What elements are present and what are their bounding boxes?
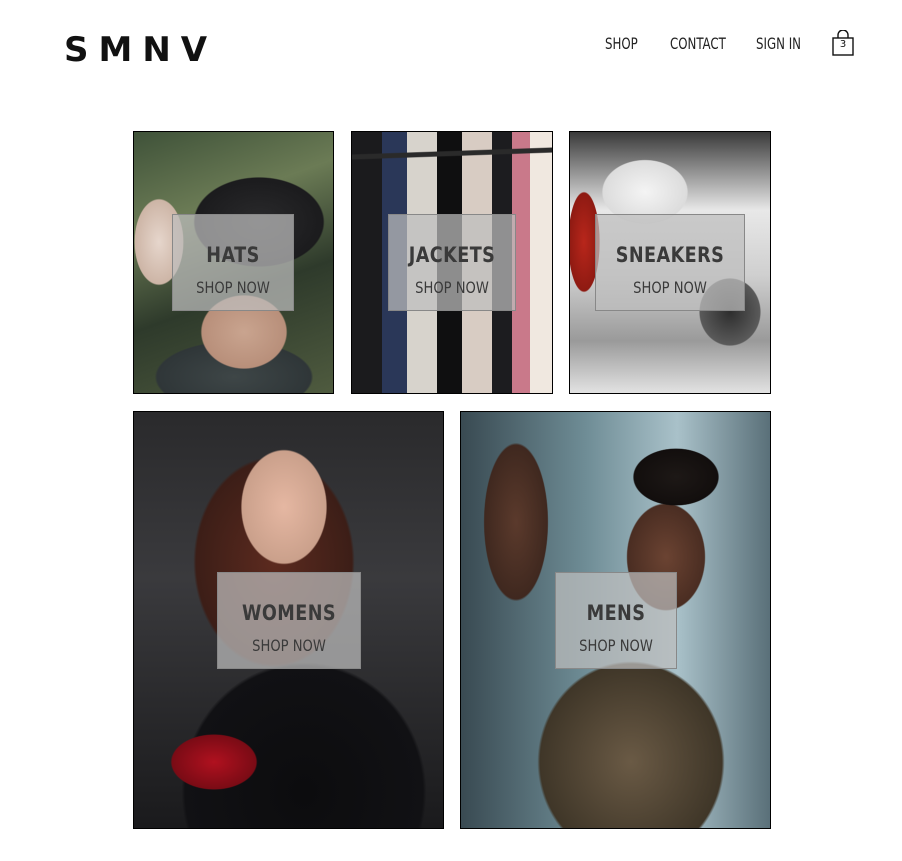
jackets-overlay[interactable]: JACKETS SHOP NOW <box>388 214 516 311</box>
shop-now-link[interactable]: SHOP NOW <box>609 278 730 297</box>
nav-sign-in-link[interactable]: SIGN IN <box>756 34 801 53</box>
shop-now-link[interactable]: SHOP NOW <box>231 636 347 655</box>
category-title: SNEAKERS <box>615 243 725 267</box>
category-tile-jackets[interactable]: JACKETS SHOP NOW <box>351 131 553 394</box>
sneakers-overlay[interactable]: SNEAKERS SHOP NOW <box>595 214 745 311</box>
category-tile-womens[interactable]: WOMENS SHOP NOW <box>133 411 444 829</box>
mens-overlay[interactable]: MENS SHOP NOW <box>555 572 677 669</box>
category-tile-sneakers[interactable]: SNEAKERS SHOP NOW <box>569 131 771 394</box>
shop-now-link[interactable]: SHOP NOW <box>184 278 282 297</box>
page: SMNV SHOP CONTACT SIGN IN 3 HATS SHOP NO… <box>0 0 902 861</box>
category-title: WOMENS <box>241 601 337 625</box>
nav-shop-link[interactable]: SHOP <box>605 34 638 53</box>
shop-now-link[interactable]: SHOP NOW <box>567 636 665 655</box>
cart-count-badge: 3 <box>839 39 847 50</box>
nav-contact-link[interactable]: CONTACT <box>670 34 726 53</box>
hats-overlay[interactable]: HATS SHOP NOW <box>172 214 294 311</box>
womens-overlay[interactable]: WOMENS SHOP NOW <box>217 572 361 669</box>
category-title: MENS <box>586 601 646 625</box>
category-tile-hats[interactable]: HATS SHOP NOW <box>133 131 334 394</box>
shop-now-link[interactable]: SHOP NOW <box>400 278 503 297</box>
category-tile-mens[interactable]: MENS SHOP NOW <box>460 411 771 829</box>
category-title: JACKETS <box>408 243 496 267</box>
logo[interactable]: SMNV <box>64 30 217 70</box>
cart-button[interactable]: 3 <box>832 30 854 56</box>
category-title: HATS <box>206 243 260 267</box>
